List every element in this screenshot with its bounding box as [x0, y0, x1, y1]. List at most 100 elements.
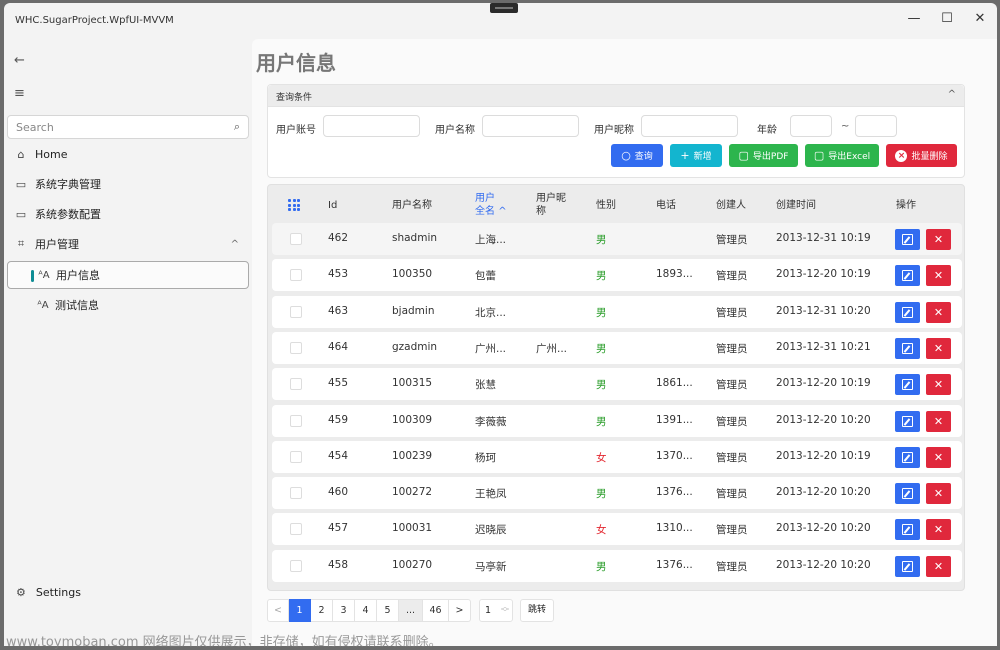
watermark: www.toymoban.com 网络图片仅供展示，非存储，如有侵权请联系删除。 — [6, 635, 442, 650]
row-checkbox[interactable] — [290, 378, 302, 391]
column-header-creator[interactable]: 创建人 — [716, 199, 746, 212]
page-button[interactable]: 2 — [311, 599, 333, 622]
table-row[interactable]: 459 100309 李薇薇 男 1391... 管理员 2013-12-20 10:20 ✕ — [272, 404, 962, 437]
sidebar-item-user-info[interactable]: ᴬA 用户信息 — [7, 261, 249, 289]
spinner-icon[interactable]: ︿ ﹀ — [501, 603, 509, 617]
delete-button[interactable]: ✕ — [926, 337, 951, 359]
edit-button[interactable] — [895, 555, 920, 577]
column-header-id[interactable]: Id — [328, 199, 337, 212]
back-arrow-icon[interactable]: ← — [14, 53, 25, 68]
delete-button[interactable]: ✕ — [926, 374, 951, 396]
cell-creator: 管理员 — [716, 234, 748, 246]
edit-button[interactable] — [895, 229, 920, 250]
export-pdf-button[interactable]: ▢ 导出PDF — [729, 144, 798, 167]
row-checkbox[interactable] — [290, 523, 302, 536]
table-row[interactable]: 464 gzadmin 广州... 广州... 男 管理员 2013-12-31 10:21… — [272, 331, 962, 364]
delete-button[interactable]: ✕ — [926, 265, 951, 287]
delete-button[interactable]: ✕ — [926, 410, 951, 432]
column-header-username[interactable]: 用户名称 — [392, 199, 432, 212]
delete-button[interactable]: ✕ — [926, 301, 951, 323]
column-header-phone[interactable]: 电话 — [656, 199, 676, 212]
maximize-button[interactable]: ☐ — [932, 7, 962, 31]
search-button[interactable]: ○ 查询 — [611, 144, 663, 167]
page-button[interactable]: 5 — [377, 599, 399, 622]
table-row[interactable]: 462 shadmin 上海... 男 管理员 2013-12-31 10:19 ✕ — [272, 223, 962, 255]
add-button-label: 新增 — [693, 152, 712, 162]
row-checkbox[interactable] — [290, 341, 302, 354]
edit-button[interactable] — [895, 446, 920, 468]
edit-button[interactable] — [895, 483, 920, 505]
sidebar-item-parameters[interactable]: ▭ 系统参数配置 — [7, 200, 249, 228]
chevron-up-icon[interactable]: ^ — [948, 89, 956, 100]
column-header-gender[interactable]: 性别 — [596, 199, 616, 212]
prev-page-button[interactable]: < — [267, 599, 289, 622]
edit-button[interactable] — [895, 301, 920, 323]
delete-button[interactable]: ✕ — [926, 483, 951, 505]
page-button[interactable]: 1 — [289, 599, 311, 622]
edit-button[interactable] — [895, 337, 920, 359]
home-icon: ⌂ — [17, 147, 25, 161]
sidebar-item-user-management[interactable]: ⌗ 用户管理 ^ — [7, 230, 249, 258]
row-checkbox[interactable] — [290, 305, 302, 318]
search-icon[interactable]: ⌕ — [234, 120, 240, 134]
jump-page-input[interactable]: 1 ︿ ﹀ — [479, 599, 513, 622]
age-from-input[interactable] — [791, 116, 831, 136]
page-button[interactable]: 4 — [355, 599, 377, 622]
edit-button[interactable] — [895, 374, 920, 396]
edit-button[interactable] — [895, 410, 920, 432]
next-page-button[interactable]: > — [449, 599, 471, 622]
row-checkbox[interactable] — [290, 233, 302, 245]
sidebar-item-settings[interactable]: ⚙ Settings — [16, 586, 81, 599]
row-checkbox[interactable] — [290, 487, 302, 500]
close-button[interactable]: ✕ — [965, 7, 995, 31]
table-row[interactable]: 454 100239 杨珂 女 1370... 管理员 2013-12-20 10:19 ✕ — [272, 440, 962, 473]
sidebar-item-home[interactable]: ⌂ Home — [7, 140, 249, 168]
cell-gender: 男 — [596, 234, 607, 246]
search-input[interactable] — [8, 116, 218, 138]
jump-button[interactable]: 跳转 — [520, 599, 554, 622]
page-button[interactable]: 46 — [423, 599, 449, 622]
query-panel-header[interactable]: 查询条件 ^ — [268, 85, 964, 107]
table-row[interactable]: 463 bjadmin 北京... 男 管理员 2013-12-31 10:20 ✕ — [272, 295, 962, 328]
table-row[interactable]: 455 100315 张慧 男 1861... 管理员 2013-12-20 10:19 ✕ — [272, 368, 962, 401]
add-button[interactable]: + 新增 — [670, 144, 722, 167]
row-checkbox[interactable] — [290, 269, 302, 282]
cell-phone: 1310... — [656, 522, 693, 535]
sidebar-item-test-info[interactable]: ᴬA 测试信息 — [7, 291, 249, 319]
nickname-input[interactable] — [642, 116, 737, 136]
delete-button[interactable]: ✕ — [926, 229, 951, 250]
minimize-button[interactable]: — — [899, 7, 929, 31]
row-checkbox[interactable] — [290, 559, 302, 572]
delete-button[interactable]: ✕ — [926, 555, 951, 577]
page-ellipsis[interactable]: ... — [399, 599, 423, 622]
column-header-created[interactable]: 创建时间 — [776, 199, 816, 212]
row-checkbox[interactable] — [290, 414, 302, 427]
age-to-input[interactable] — [856, 116, 896, 136]
page-button[interactable]: 3 — [333, 599, 355, 622]
table-row[interactable]: 460 100272 王艳凤 男 1376... 管理员 2013-12-20 10:20 ✕ — [272, 477, 962, 510]
export-pdf-label: 导出PDF — [752, 152, 789, 162]
edit-icon — [902, 379, 913, 391]
title-bar: WHC.SugarProject.WpfUI-MVVM — ☐ ✕ — [4, 3, 997, 39]
delete-button[interactable]: ✕ — [926, 519, 951, 541]
account-input[interactable] — [324, 116, 419, 136]
name-input[interactable] — [483, 116, 578, 136]
chevron-up-icon[interactable]: ^ — [231, 239, 239, 250]
row-checkbox[interactable] — [290, 450, 302, 463]
edit-button[interactable] — [895, 519, 920, 541]
edit-icon — [902, 415, 913, 427]
sidebar-item-dictionary[interactable]: ▭ 系统字典管理 — [7, 170, 249, 198]
edit-button[interactable] — [895, 265, 920, 287]
column-header-fullname[interactable]: 用户 全名 ^ — [475, 192, 507, 218]
table-row[interactable]: 457 100031 迟晓辰 女 1310... 管理员 2013-12-20 10:20 ✕ — [272, 513, 962, 546]
cell-id: 460 — [328, 486, 349, 499]
batch-delete-button[interactable]: × 批量删除 — [886, 144, 957, 167]
table-row[interactable]: 458 100270 马亭新 男 1376... 管理员 2013-12-20 10:20 ✕ — [272, 549, 962, 582]
hamburger-menu-icon[interactable]: ≡ — [14, 86, 25, 101]
delete-button[interactable]: ✕ — [926, 446, 951, 468]
cell-fullname: 广州... — [475, 342, 507, 355]
column-chooser-icon[interactable] — [288, 199, 300, 211]
export-excel-button[interactable]: ▢ 导出Excel — [805, 144, 879, 167]
column-header-nickname[interactable]: 用户昵 称 — [536, 192, 566, 218]
table-row[interactable]: 453 100350 包蕾 男 1893... 管理员 2013-12-20 10:19 ✕ — [272, 259, 962, 292]
